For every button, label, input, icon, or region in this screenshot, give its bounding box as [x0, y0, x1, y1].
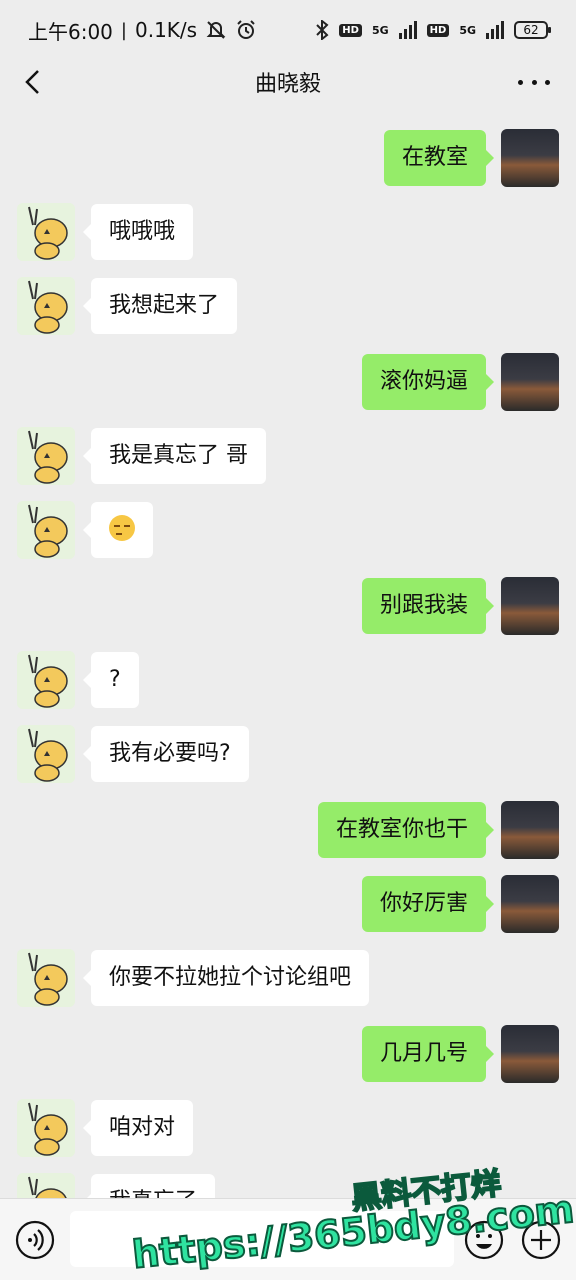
- status-bar: 上午6:00 | 0.1K/s HD 5G HD 5G 62: [0, 0, 576, 60]
- message-bubble-other[interactable]: 我想起来了: [82, 278, 238, 334]
- mute-icon: [205, 19, 227, 41]
- message-input[interactable]: [70, 1211, 454, 1267]
- message-row: 我想起来了: [0, 277, 576, 337]
- message-bubble-other[interactable]: ?: [83, 652, 139, 708]
- message-row: [0, 501, 576, 561]
- back-arrow-icon[interactable]: [18, 66, 50, 98]
- chat-header: 曲晓毅: [0, 60, 576, 104]
- chat-title: 曲晓毅: [254, 72, 321, 97]
- emoji-icon[interactable]: [463, 1219, 505, 1261]
- self-avatar[interactable]: [501, 353, 559, 411]
- message-list[interactable]: 在教室 哦哦哦 我想起来了 滚你妈逼 我是真忘了 哥 别跟我装 ? 我有必要吗?…: [0, 104, 576, 1198]
- more-icon[interactable]: [518, 68, 550, 96]
- hd-badge: HD: [426, 23, 450, 37]
- message-row: 哦哦哦: [0, 203, 576, 263]
- message-row: 我是真忘了 哥: [0, 427, 576, 487]
- plus-icon[interactable]: [520, 1219, 562, 1261]
- contact-avatar[interactable]: [17, 277, 75, 335]
- self-avatar[interactable]: [501, 801, 559, 859]
- self-avatar[interactable]: [501, 577, 559, 635]
- contact-avatar[interactable]: [17, 203, 75, 261]
- battery-level: 62: [523, 23, 539, 37]
- status-net-speed: 0.1K/s: [135, 18, 198, 42]
- contact-avatar[interactable]: [17, 1099, 75, 1157]
- contact-avatar[interactable]: [17, 501, 75, 559]
- contact-avatar[interactable]: [17, 427, 75, 485]
- message-row: 我有必要吗?: [0, 725, 576, 785]
- message-row: 你要不拉她拉个讨论组吧: [0, 949, 576, 1009]
- voice-icon[interactable]: [14, 1219, 56, 1261]
- self-avatar[interactable]: [501, 875, 559, 933]
- message-bubble-other[interactable]: 哦哦哦: [82, 204, 194, 260]
- smirk-emoji-icon: [109, 515, 135, 541]
- signal-icon: [398, 21, 417, 39]
- self-avatar[interactable]: [501, 129, 559, 187]
- message-row: 我真忘了: [0, 1173, 576, 1198]
- message-row: 几月几号: [0, 1025, 576, 1085]
- status-divider: |: [120, 19, 127, 41]
- sim1-label: 5G: [371, 23, 389, 37]
- status-right: HD 5G HD 5G 62: [315, 20, 551, 40]
- alarm-icon: [235, 19, 257, 41]
- message-row: 咱对对: [0, 1099, 576, 1159]
- message-bubble-self[interactable]: 在教室你也干: [317, 802, 495, 858]
- contact-avatar[interactable]: [17, 1173, 75, 1198]
- contact-avatar[interactable]: [17, 725, 75, 783]
- message-bubble-other[interactable]: 你要不拉她拉个讨论组吧: [82, 950, 370, 1006]
- message-bubble-self[interactable]: 你好厉害: [361, 876, 495, 932]
- contact-avatar[interactable]: [17, 949, 75, 1007]
- message-bubble-other[interactable]: [83, 502, 153, 558]
- signal-icon: [486, 21, 504, 39]
- bluetooth-icon: [315, 20, 329, 40]
- message-row: 别跟我装: [0, 577, 576, 637]
- self-avatar[interactable]: [501, 1025, 559, 1083]
- input-bar: [0, 1198, 576, 1280]
- message-row: 滚你妈逼: [0, 353, 576, 413]
- sim2-label: 5G: [459, 23, 476, 37]
- message-bubble-other[interactable]: 我真忘了: [82, 1174, 216, 1198]
- message-row: ?: [0, 651, 576, 711]
- battery-icon: 62: [514, 21, 551, 39]
- contact-avatar[interactable]: [17, 651, 75, 709]
- message-bubble-other[interactable]: 我是真忘了 哥: [83, 428, 266, 484]
- message-row: 在教室: [0, 129, 576, 189]
- hd-badge: HD: [339, 23, 362, 37]
- message-row: 在教室你也干: [0, 801, 576, 861]
- message-row: 你好厉害: [0, 875, 576, 935]
- message-bubble-other[interactable]: 咱对对: [82, 1100, 194, 1156]
- message-bubble-other[interactable]: 我有必要吗?: [83, 726, 249, 782]
- status-time: 上午6:00: [28, 19, 113, 44]
- message-bubble-self[interactable]: 别跟我装: [361, 578, 495, 634]
- message-bubble-self[interactable]: 几月几号: [361, 1026, 495, 1082]
- message-bubble-self[interactable]: 在教室: [383, 130, 495, 186]
- status-left: 上午6:00 | 0.1K/s: [28, 16, 257, 45]
- message-bubble-self[interactable]: 滚你妈逼: [361, 354, 495, 410]
